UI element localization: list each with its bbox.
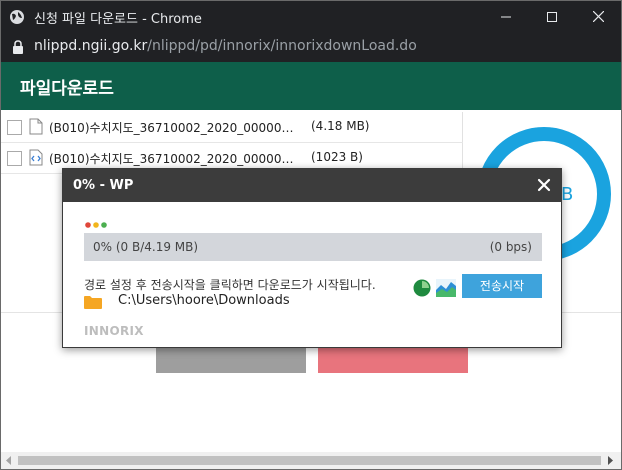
maximize-button[interactable] bbox=[529, 1, 575, 32]
file-row[interactable]: (B010)수치지도_36710002_2020_00000000000000 … bbox=[1, 112, 463, 143]
download-dialog: 0% - WP 0% (0 B/4.19 MB) (0 bps) 경로 설정 후… bbox=[62, 168, 562, 348]
transfer-speed: (0 bps) bbox=[489, 240, 532, 254]
chart-icon[interactable] bbox=[436, 279, 456, 297]
file-checkbox[interactable] bbox=[7, 120, 22, 135]
file-size: (1023 B) bbox=[311, 150, 363, 164]
status-dots-icon bbox=[85, 222, 107, 228]
folder-icon[interactable] bbox=[84, 295, 102, 309]
url-path: /nlippd/pd/innorix/innorixdownLoad.do bbox=[147, 38, 417, 54]
file-size: (4.18 MB) bbox=[311, 119, 370, 133]
scroll-right-icon[interactable] bbox=[606, 456, 614, 465]
file-list: (B010)수치지도_36710002_2020_00000000000000 … bbox=[1, 112, 463, 174]
url-host: nlippd.ngii.go.kr bbox=[34, 38, 148, 54]
horizontal-scrollbar[interactable] bbox=[1, 452, 621, 469]
close-icon bbox=[592, 11, 604, 22]
scroll-left-icon[interactable] bbox=[5, 456, 13, 465]
primary-button[interactable] bbox=[318, 348, 468, 373]
address-bar[interactable]: nlippd.ngii.go.kr/nlippd/pd/innorix/inno… bbox=[1, 32, 621, 62]
browser-window: 신청 파일 다운로드 - Chrome nlippd.ngii.go.kr/nl… bbox=[0, 0, 622, 470]
page-header: 파일다운로드 bbox=[1, 62, 621, 110]
minimize-icon bbox=[501, 16, 511, 17]
title-bar: 신청 파일 다운로드 - Chrome bbox=[1, 1, 621, 32]
start-transfer-button[interactable]: 전송시작 bbox=[462, 274, 542, 298]
minimize-button[interactable] bbox=[483, 1, 529, 32]
file-name: (B010)수치지도_36710002_2020_00000000000000 bbox=[49, 152, 295, 166]
clock-icon[interactable] bbox=[413, 279, 431, 297]
download-path[interactable]: C:\Users\hoore\Downloads bbox=[118, 293, 290, 308]
secondary-button[interactable] bbox=[156, 348, 306, 373]
code-file-icon bbox=[29, 149, 43, 166]
lock-icon bbox=[13, 40, 23, 54]
maximize-icon bbox=[547, 11, 557, 22]
window-title: 신청 파일 다운로드 - Chrome bbox=[34, 12, 202, 27]
document-icon bbox=[29, 118, 43, 135]
url-text: nlippd.ngii.go.kr/nlippd/pd/innorix/inno… bbox=[34, 38, 417, 54]
summary-unit: B bbox=[561, 184, 573, 205]
globe-icon bbox=[10, 10, 24, 24]
file-checkbox[interactable] bbox=[7, 151, 22, 166]
page-title: 파일다운로드 bbox=[20, 79, 114, 99]
dialog-title: 0% - WP bbox=[73, 178, 134, 193]
instruction-message: 경로 설정 후 전송시작을 클릭하면 다운로드가 시작됩니다. bbox=[84, 278, 376, 292]
progress-text: 0% (0 B/4.19 MB) bbox=[93, 240, 199, 254]
brand-label: INNORIX bbox=[84, 324, 144, 338]
file-name: (B010)수치지도_36710002_2020_00000000000000 bbox=[49, 121, 295, 135]
scrollbar-thumb[interactable] bbox=[18, 456, 601, 465]
window-close-button[interactable] bbox=[575, 1, 621, 32]
progress-bar: 0% (0 B/4.19 MB) (0 bps) bbox=[84, 233, 542, 261]
close-icon[interactable] bbox=[535, 176, 553, 194]
dialog-header: 0% - WP bbox=[63, 169, 561, 202]
